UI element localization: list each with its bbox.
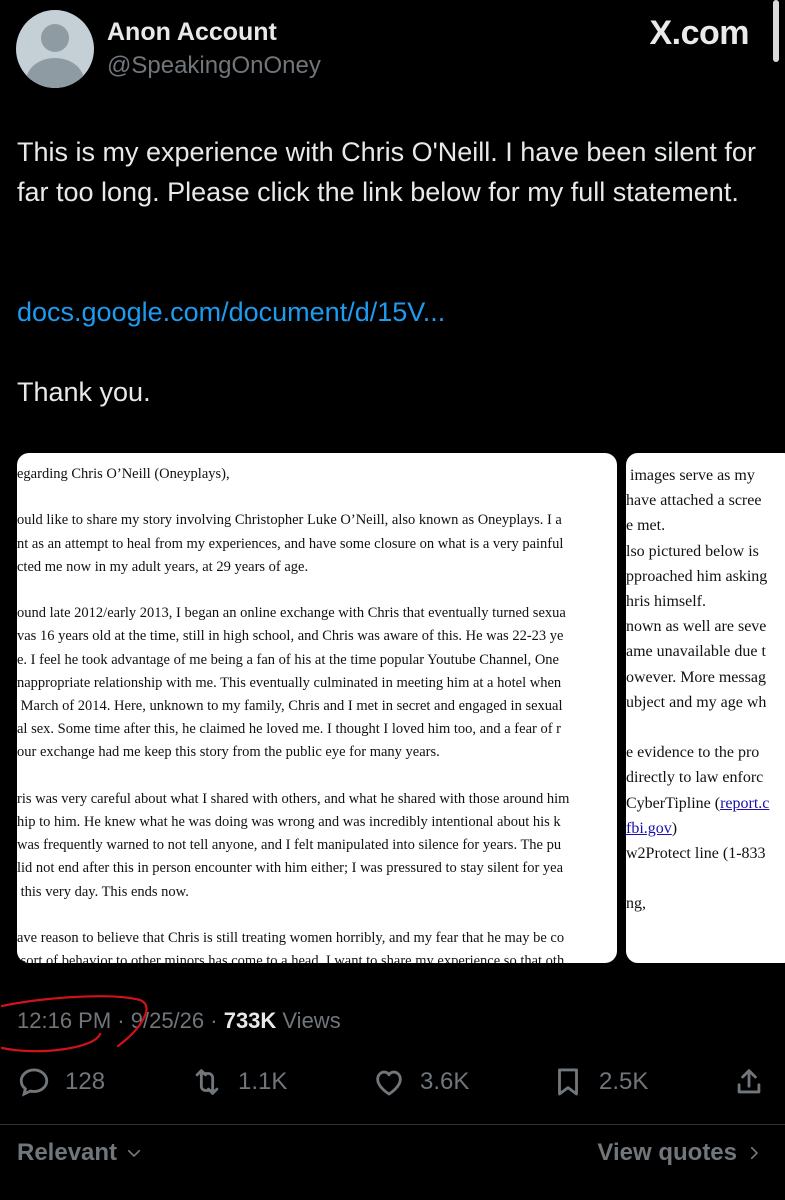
bookmark-button[interactable]: 2.5K xyxy=(551,1058,648,1106)
brand-logo: X.com xyxy=(649,14,749,52)
document-line: lso pictured below is xyxy=(626,542,759,560)
document-line: March of 2014. Here, unknown to my famil… xyxy=(17,698,563,715)
meta-separator: · xyxy=(111,1008,131,1033)
reply-button[interactable]: 128 xyxy=(17,1058,105,1106)
repost-icon xyxy=(195,1069,219,1095)
tweet-closing: Thank you. xyxy=(17,377,151,407)
tweet-link[interactable]: docs.google.com/document/d/15V... xyxy=(17,292,445,332)
document-line: ubject and my age wh xyxy=(626,693,767,711)
document-line: fbi.gov) xyxy=(626,819,678,837)
views-count: 733K xyxy=(223,1008,277,1033)
chevron-right-icon xyxy=(750,1146,758,1160)
views-label: Views xyxy=(276,1008,341,1033)
document-line: egarding Chris O’Neill (Oneyplays), xyxy=(17,466,230,482)
avatar[interactable] xyxy=(16,10,94,88)
avatar-head-shape xyxy=(41,24,69,52)
document-line: owever. More messag xyxy=(626,668,766,686)
tweet-time[interactable]: 12:16 PM xyxy=(17,1008,111,1033)
document-line: ound late 2012/early 2013, I began an on… xyxy=(17,605,566,622)
bookmark-icon xyxy=(558,1068,578,1096)
document-line: sort of behavior to other minors has com… xyxy=(17,953,565,963)
document-line: was frequently warned to not tell anyone… xyxy=(17,837,562,854)
like-button[interactable]: 3.6K xyxy=(372,1058,469,1106)
bookmark-count: 2.5K xyxy=(599,1068,649,1095)
document-line: nappropriate relationship with me. This … xyxy=(17,674,562,691)
document-line: e evidence to the pro xyxy=(626,744,760,762)
document-text-2: images serve as my have attached a scree e… xyxy=(626,463,785,917)
tweet-date[interactable]: 9/25/26 xyxy=(131,1008,204,1033)
document-line: hip to him. He knew what he was doing wa… xyxy=(17,814,561,831)
document-line: nown as well are seve xyxy=(626,618,767,636)
sort-relevant-dropdown[interactable]: Relevant xyxy=(17,1139,143,1167)
document-line: al sex. Some time after this, he claimed… xyxy=(17,721,561,738)
document-line: have attached a scree xyxy=(626,492,762,510)
tweet-meta: 12:16 PM · 9/25/26 · 733K Views xyxy=(17,1008,341,1034)
document-line: vas 16 years old at the time, still in h… xyxy=(17,628,564,645)
share-button[interactable] xyxy=(732,1058,766,1106)
divider xyxy=(0,1124,785,1125)
scrollbar[interactable] xyxy=(773,0,779,62)
view-quotes-link[interactable]: View quotes xyxy=(597,1139,763,1167)
action-bar: 128 1.1K 3.6K 2.5K xyxy=(0,1058,785,1108)
author-handle[interactable]: @SpeakingOnOney xyxy=(107,52,321,80)
view-quotes-label: View quotes xyxy=(597,1139,737,1166)
avatar-body-shape xyxy=(26,58,84,88)
like-count: 3.6K xyxy=(420,1068,470,1095)
sort-label: Relevant xyxy=(17,1139,118,1166)
chevron-down-icon xyxy=(127,1149,141,1157)
document-line: ris was very careful about what I shared… xyxy=(17,790,570,807)
tweet-body: This is my experience with Chris O'Neill… xyxy=(17,137,756,207)
author-name[interactable]: Anon Account xyxy=(107,18,277,47)
media-image-1[interactable]: egarding Chris O’Neill (Oneyplays), ould… xyxy=(17,453,617,963)
document-line: our exchange had me keep this story from… xyxy=(17,744,440,761)
tweet-text: This is my experience with Chris O'Neill… xyxy=(17,132,757,212)
document-line: hris himself. xyxy=(626,593,706,611)
document-line: images serve as my xyxy=(626,467,755,484)
document-line: e. I feel he took advantage of me being … xyxy=(17,651,559,668)
document-link: fbi.gov xyxy=(626,819,672,837)
repost-button[interactable]: 1.1K xyxy=(190,1058,287,1106)
document-line: ng, xyxy=(626,895,646,913)
document-link: report.c xyxy=(720,794,770,812)
document-text: egarding Chris O’Neill (Oneyplays), ould… xyxy=(17,463,617,963)
document-line: lid not end after this in person encount… xyxy=(17,860,564,877)
document-line: e met. xyxy=(626,517,666,535)
document-line: nt as an attempt to heal from my experie… xyxy=(17,535,564,552)
meta-separator: · xyxy=(204,1008,224,1033)
share-icon xyxy=(737,1069,761,1094)
document-line: CyberTipline (report.c xyxy=(626,794,770,812)
document-line: cted me now in my adult years, at 29 yea… xyxy=(17,558,309,575)
reply-count: 128 xyxy=(65,1068,106,1095)
media-image-2[interactable]: images serve as my have attached a scree e… xyxy=(626,453,785,963)
document-line: w2Protect line (1-833 xyxy=(626,845,766,863)
document-line: ame unavailable due t xyxy=(626,643,766,661)
document-line: ould like to share my story involving Ch… xyxy=(17,512,562,529)
document-line: directly to law enforc xyxy=(626,769,764,787)
heart-icon xyxy=(376,1070,402,1096)
document-line: ave reason to believe that Chris is stil… xyxy=(17,930,565,947)
repost-count: 1.1K xyxy=(238,1068,288,1095)
reply-icon xyxy=(19,1068,49,1097)
document-line: this very day. This ends now. xyxy=(17,883,189,900)
document-line: pproached him asking xyxy=(626,567,768,585)
